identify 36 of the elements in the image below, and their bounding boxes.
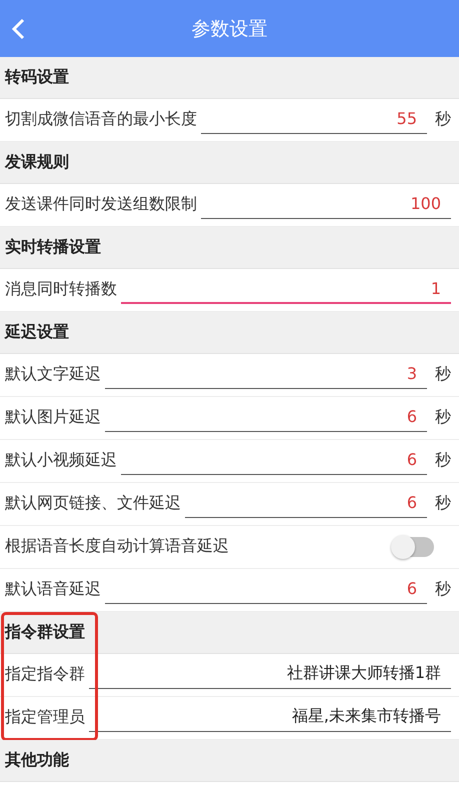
input-field[interactable]: 福星,未来集市转播号 (89, 705, 451, 732)
section-title: 其他功能 (5, 750, 69, 771)
setting-label: 默认小视频延迟 (5, 449, 117, 471)
setting-label: 根据语音长度自动计算语音延迟 (5, 535, 229, 557)
input-field[interactable]: 6 (185, 491, 427, 518)
unit-label: 秒 (435, 363, 451, 385)
setting-label: 默认语音延迟 (5, 578, 101, 600)
section-title: 发课规则 (5, 152, 69, 173)
section-title: 指令群设置 (5, 622, 85, 643)
unit-label: 秒 (435, 492, 451, 514)
input-field[interactable]: 1 (121, 277, 451, 304)
page-title: 参数设置 (192, 16, 268, 42)
unit-label: 秒 (435, 108, 451, 130)
setting-label: 发送课件同时发送组数限制 (5, 193, 197, 215)
section-title: 实时转播设置 (5, 237, 101, 258)
setting-label: 消息同时转播数 (5, 278, 117, 300)
setting-label: 切割成微信语音的最小长度 (5, 108, 197, 130)
section-title: 延迟设置 (5, 322, 69, 343)
input-field[interactable]: 55 (201, 107, 427, 134)
input-field[interactable]: 6 (121, 448, 427, 475)
unit-label: 秒 (435, 406, 451, 428)
input-field[interactable]: 6 (105, 577, 427, 604)
setting-label: 默认网页链接、文件延迟 (5, 492, 181, 514)
toggle-thumb[interactable] (391, 534, 415, 558)
setting-label: 默认文字延迟 (5, 363, 101, 385)
setting-label: 指定管理员 (5, 706, 85, 728)
setting-label: 默认图片延迟 (5, 406, 101, 428)
unit-label: 秒 (435, 449, 451, 471)
back-icon (11, 18, 25, 40)
section-title: 转码设置 (5, 67, 69, 88)
unit-label: 秒 (435, 578, 451, 600)
input-field[interactable]: 6 (105, 405, 427, 432)
input-field[interactable]: 100 (201, 192, 451, 219)
input-field[interactable]: 3 (105, 362, 427, 389)
setting-label: 指定指令群 (5, 663, 85, 685)
input-field[interactable]: 社群讲课大师转播1群 (89, 662, 451, 689)
